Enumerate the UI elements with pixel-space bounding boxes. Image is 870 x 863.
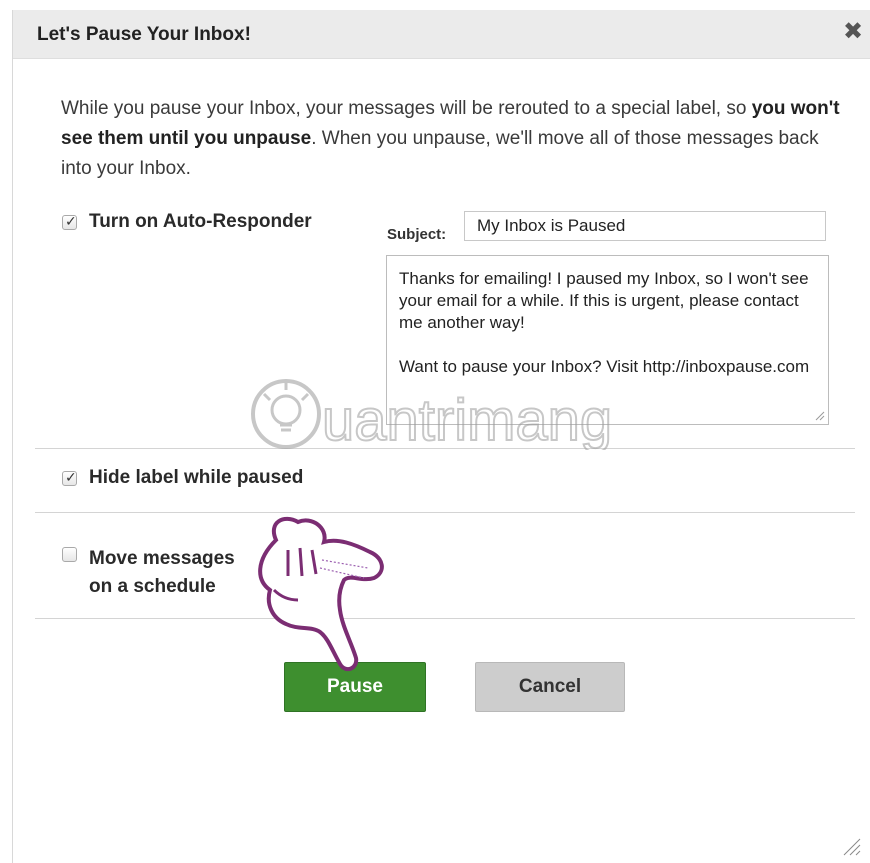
subject-label: Subject: [387, 226, 447, 243]
hide-label-label[interactable]: Hide label while paused [89, 464, 303, 492]
divider [35, 512, 855, 513]
dialog-titlebar: Let's Pause Your Inbox! ✖ [13, 10, 870, 59]
schedule-label-line2[interactable]: on a schedule [89, 573, 216, 601]
subject-input[interactable] [464, 211, 826, 241]
intro-text: While you pause your Inbox, your message… [61, 94, 851, 184]
close-icon[interactable]: ✖ [843, 20, 863, 44]
auto-responder-checkbox[interactable]: ✓ [62, 213, 77, 230]
auto-responder-label[interactable]: Turn on Auto-Responder [89, 208, 312, 236]
divider [35, 618, 855, 619]
watermark-logo: uantrimang [251, 379, 613, 450]
window-resize-icon[interactable] [840, 835, 862, 857]
intro-part1: While you pause your Inbox, your message… [61, 98, 752, 119]
schedule-label-line1[interactable]: Move messages [89, 545, 235, 573]
svg-text:uantrimang: uantrimang [322, 388, 612, 450]
checkmark-icon: ✓ [65, 213, 77, 229]
pointing-hand-icon [258, 516, 384, 672]
dialog-title: Let's Pause Your Inbox! [37, 24, 251, 45]
hide-label-checkbox[interactable]: ✓ [62, 469, 77, 486]
checkmark-icon: ✓ [65, 469, 77, 485]
schedule-checkbox[interactable] [62, 547, 77, 562]
resize-grip-icon[interactable] [815, 411, 825, 421]
cancel-button[interactable]: Cancel [475, 662, 625, 712]
